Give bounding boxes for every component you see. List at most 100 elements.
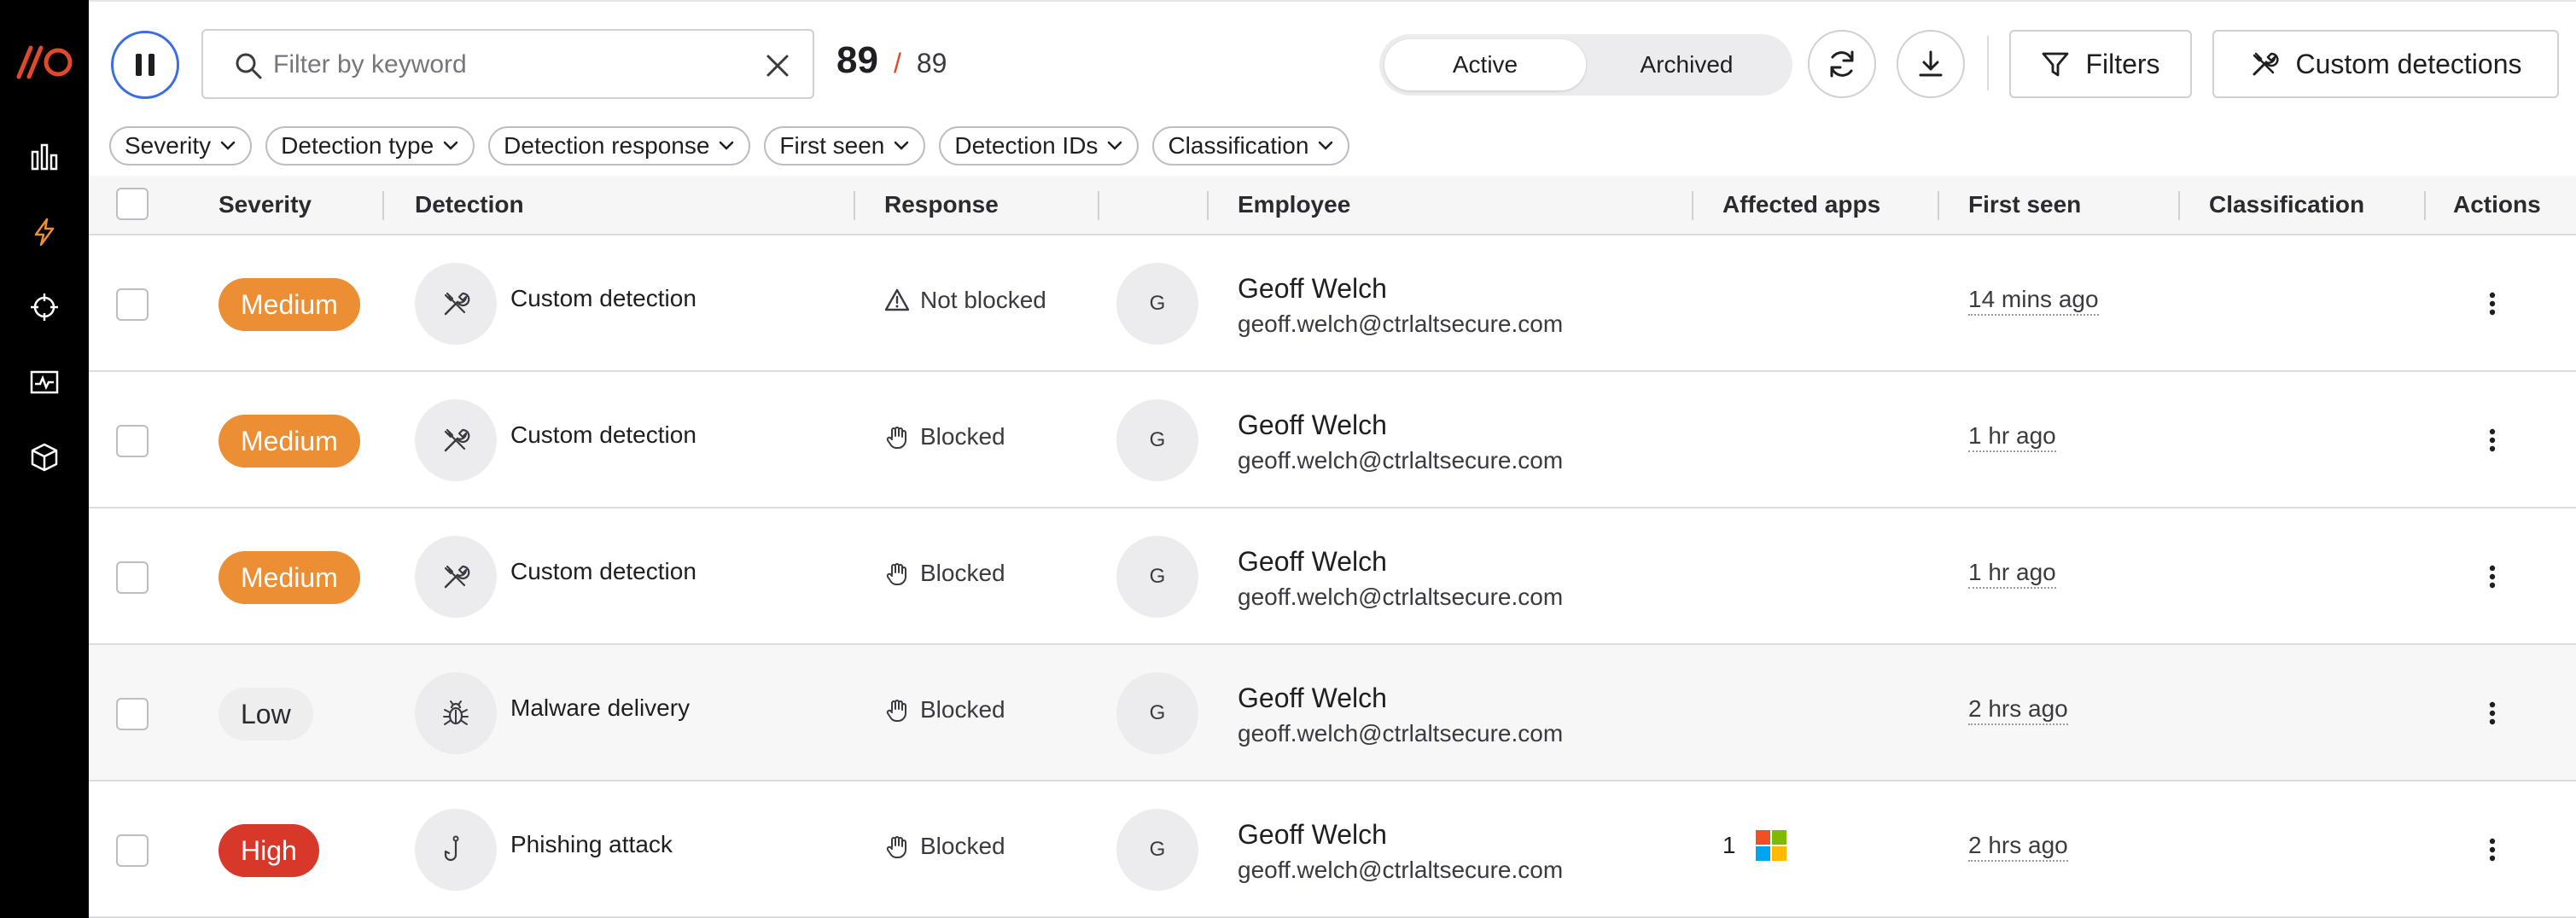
bar-chart-icon [31, 143, 58, 171]
employee-name[interactable]: Geoff Welch [1238, 410, 1387, 441]
employee-email: geoff.welch@ctrlaltsecure.com [1238, 584, 1564, 610]
pause-icon [136, 54, 154, 76]
count-total: 89 [916, 48, 947, 78]
response-status: Blocked [884, 560, 1005, 587]
column-resize-handle[interactable] [854, 191, 855, 220]
column-affected-apps[interactable]: Affected apps [1722, 176, 1880, 234]
filter-chip-severity[interactable]: Severity [109, 126, 253, 166]
download-button[interactable] [1897, 30, 1965, 98]
table-row[interactable]: Medium Custom detection Not blocked G Ge… [89, 235, 2576, 372]
column-resize-handle[interactable] [1938, 191, 1939, 220]
table-row[interactable]: High Phishing attack Blocked G Geoff Wel… [89, 781, 2576, 918]
refresh-button[interactable] [1808, 30, 1876, 98]
row-checkbox[interactable] [116, 425, 149, 457]
row-actions-button[interactable] [2475, 280, 2509, 328]
column-response[interactable]: Response [884, 176, 999, 234]
row-actions-button[interactable] [2475, 416, 2509, 464]
search-box [201, 29, 814, 99]
row-actions-button[interactable] [2475, 826, 2509, 874]
detection-name[interactable]: Custom detection [510, 421, 696, 449]
chevron-down-icon [1319, 141, 1333, 150]
detection-name[interactable]: Malware delivery [510, 694, 690, 722]
table-row[interactable]: Medium Custom detection Blocked G Geoff … [89, 372, 2576, 508]
sidebar-item-analytics[interactable] [24, 137, 65, 177]
employee-name[interactable]: Geoff Welch [1238, 683, 1387, 714]
detection-name[interactable]: Phishing attack [510, 831, 673, 858]
filter-chip-detection-response[interactable]: Detection response [488, 126, 751, 166]
column-classification[interactable]: Classification [2209, 176, 2364, 234]
row-checkbox[interactable] [116, 561, 149, 594]
row-actions-button[interactable] [2475, 689, 2509, 737]
row-checkbox[interactable] [116, 288, 149, 321]
first-seen-time[interactable]: 2 hrs ago [1968, 694, 2068, 725]
detection-type-avatar [415, 263, 497, 345]
employee-email: geoff.welch@ctrlaltsecure.com [1238, 857, 1564, 883]
hook-icon [444, 835, 459, 862]
filter-chip-first-seen[interactable]: First seen [764, 126, 926, 166]
warning-icon [884, 288, 910, 311]
result-count: 89 / 89 [836, 39, 947, 87]
table-row[interactable]: Low Malware delivery Blocked G Geoff Wel… [89, 645, 2576, 781]
column-resize-handle[interactable] [1207, 191, 1209, 220]
more-vertical-icon [2489, 292, 2496, 316]
filter-chip-classification[interactable]: Classification [1152, 126, 1350, 166]
count-separator: / [893, 48, 901, 78]
sidebar-item-targets[interactable] [24, 287, 65, 328]
response-status: Blocked [884, 696, 1005, 723]
column-severity[interactable]: Severity [219, 176, 312, 234]
detection-name[interactable]: Custom detection [510, 558, 696, 585]
close-icon[interactable] [761, 49, 794, 82]
detection-type-avatar [415, 672, 497, 754]
column-resize-handle[interactable] [2178, 191, 2180, 220]
first-seen-time[interactable]: 14 mins ago [1968, 285, 2099, 316]
activity-icon [30, 370, 59, 394]
first-seen-time[interactable]: 1 hr ago [1968, 421, 2056, 452]
pause-button[interactable] [111, 31, 179, 99]
sidebar-item-detections[interactable] [24, 212, 65, 253]
table-row[interactable]: Medium Custom detection Blocked G Geoff … [89, 508, 2576, 645]
table-header: Severity Detection Response Employee Aff… [89, 176, 2576, 235]
first-seen-time[interactable]: 1 hr ago [1968, 558, 2056, 589]
select-all-checkbox[interactable] [116, 188, 149, 220]
sidebar-item-activity[interactable] [24, 362, 65, 403]
column-resize-handle[interactable] [1098, 191, 1099, 220]
segment-archived[interactable]: Archived [1586, 39, 1787, 90]
row-checkbox[interactable] [116, 834, 149, 867]
chevron-down-icon [895, 141, 909, 150]
column-resize-handle[interactable] [2424, 191, 2426, 220]
employee-name[interactable]: Geoff Welch [1238, 546, 1387, 578]
employee-avatar: G [1116, 809, 1198, 891]
employee-email: geoff.welch@ctrlaltsecure.com [1238, 447, 1564, 474]
tools-icon [2253, 52, 2280, 76]
tools-icon [444, 428, 470, 452]
sidebar-item-apps[interactable] [24, 437, 65, 478]
custom-detections-button[interactable]: Custom detections [2212, 30, 2559, 98]
brand-logo[interactable] [15, 43, 73, 82]
column-resize-handle[interactable] [1692, 191, 1693, 220]
more-vertical-icon [2489, 701, 2496, 725]
filters-button[interactable]: Filters [2009, 30, 2192, 98]
filter-chip-detection-ids[interactable]: Detection IDs [939, 126, 1139, 166]
tools-icon [444, 292, 470, 316]
column-first-seen[interactable]: First seen [1968, 176, 2081, 234]
detection-name[interactable]: Custom detection [510, 285, 696, 312]
affected-apps[interactable]: 1 [1722, 829, 1787, 862]
more-vertical-icon [2489, 838, 2496, 862]
column-employee[interactable]: Employee [1238, 176, 1350, 234]
hand-icon [886, 836, 906, 858]
hand-icon [886, 700, 906, 722]
employee-name[interactable]: Geoff Welch [1238, 819, 1387, 851]
column-actions: Actions [2453, 191, 2541, 218]
detections-page: 89 / 89 Active Archived Filters Custom d… [89, 0, 2576, 918]
first-seen-time[interactable]: 2 hrs ago [1968, 831, 2068, 862]
row-checkbox[interactable] [116, 698, 149, 730]
employee-name[interactable]: Geoff Welch [1238, 273, 1387, 305]
column-detection[interactable]: Detection [415, 176, 524, 234]
filter-chip-detection-type[interactable]: Detection type [265, 126, 475, 166]
search-input[interactable] [273, 43, 751, 87]
column-resize-handle[interactable] [382, 191, 384, 220]
segment-active[interactable]: Active [1384, 39, 1586, 90]
row-actions-button[interactable] [2475, 553, 2509, 601]
severity-badge: Medium [219, 415, 360, 468]
employee-avatar: G [1116, 399, 1198, 481]
